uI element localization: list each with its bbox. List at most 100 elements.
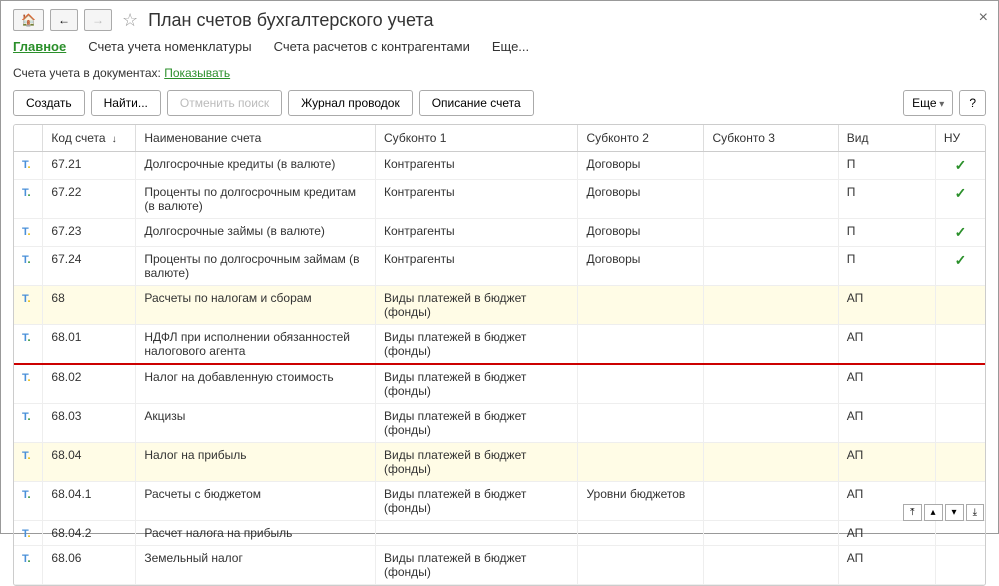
col-subkonto1[interactable]: Субконто 1 xyxy=(376,125,578,152)
cell-code: 68.04.1 xyxy=(43,482,136,521)
cell-code: 67.24 xyxy=(43,247,136,286)
account-icon: Т. xyxy=(22,254,31,266)
page-title: План счетов бухгалтерского учета xyxy=(148,10,433,31)
cell-sk2: Договоры xyxy=(578,247,704,286)
forward-button[interactable]: → xyxy=(84,9,112,31)
tab-main[interactable]: Главное xyxy=(13,39,66,54)
col-name[interactable]: Наименование счета xyxy=(136,125,376,152)
cell-sk2: Договоры xyxy=(578,152,704,180)
cell-sk1: Виды платежей в бюджет (фонды) xyxy=(376,546,578,585)
cell-nu xyxy=(935,325,985,365)
show-link[interactable]: Показывать xyxy=(164,66,230,80)
cell-vid: АП xyxy=(838,286,935,325)
create-button[interactable]: Создать xyxy=(13,90,85,116)
col-icon[interactable] xyxy=(14,125,43,152)
nav-last-button[interactable]: ⤓ xyxy=(966,504,984,521)
account-icon: Т. xyxy=(22,489,31,501)
table-row[interactable]: Т.68.02Налог на добавленную стоимостьВид… xyxy=(14,364,985,404)
account-icon: Т. xyxy=(22,372,31,384)
cell-sk2 xyxy=(578,443,704,482)
cell-code: 68.04 xyxy=(43,443,136,482)
cell-name: Налог на добавленную стоимость xyxy=(136,364,376,404)
table-row[interactable]: Т.68.03АкцизыВиды платежей в бюджет (фон… xyxy=(14,404,985,443)
cell-sk3 xyxy=(704,546,838,585)
cell-sk3 xyxy=(704,404,838,443)
cell-vid: АП xyxy=(838,521,935,546)
col-code[interactable]: Код счета↓ xyxy=(43,125,136,152)
cell-sk2 xyxy=(578,364,704,404)
nav-next-button[interactable]: ▾ xyxy=(945,504,964,521)
account-icon: Т. xyxy=(22,293,31,305)
cell-vid: АП xyxy=(838,364,935,404)
check-icon: ✓ xyxy=(955,252,967,268)
cell-nu xyxy=(935,364,985,404)
tabs: Главное Счета учета номенклатуры Счета р… xyxy=(13,39,986,54)
cell-sk3 xyxy=(704,219,838,247)
cell-code: 68 xyxy=(43,286,136,325)
cell-sk2 xyxy=(578,404,704,443)
nav-first-button[interactable]: ⤒ xyxy=(903,504,921,521)
cell-name: Долгосрочные кредиты (в валюте) xyxy=(136,152,376,180)
cell-nu xyxy=(935,404,985,443)
cell-sk1: Виды платежей в бюджет (фонды) xyxy=(376,482,578,521)
more-button[interactable]: Еще xyxy=(903,90,953,116)
nav-buttons: ⤒ ▴ ▾ ⤓ xyxy=(903,504,984,521)
close-icon[interactable]: × xyxy=(979,9,988,27)
table-row[interactable]: Т.68Расчеты по налогам и сборамВиды плат… xyxy=(14,286,985,325)
cancel-search-button[interactable]: Отменить поиск xyxy=(167,90,282,116)
cell-sk2: Договоры xyxy=(578,180,704,219)
cell-nu: ✓ xyxy=(935,247,985,286)
cell-sk1: Виды платежей в бюджет (фонды) xyxy=(376,404,578,443)
cell-name: Налог на прибыль xyxy=(136,443,376,482)
star-icon[interactable]: ☆ xyxy=(122,10,138,31)
journal-button[interactable]: Журнал проводок xyxy=(288,90,413,116)
cell-code: 68.03 xyxy=(43,404,136,443)
col-subkonto3[interactable]: Субконто 3 xyxy=(704,125,838,152)
cell-sk2: Договоры xyxy=(578,219,704,247)
nav-prev-button[interactable]: ▴ xyxy=(924,504,943,521)
cell-sk2 xyxy=(578,325,704,365)
cell-name: Проценты по долгосрочным кредитам (в вал… xyxy=(136,180,376,219)
tab-contragents[interactable]: Счета расчетов с контрагентами xyxy=(274,39,470,54)
cell-vid: П xyxy=(838,219,935,247)
account-icon: Т. xyxy=(22,450,31,462)
cell-sk1: Контрагенты xyxy=(376,219,578,247)
cell-sk3 xyxy=(704,364,838,404)
table-row[interactable]: Т.68.04.2Расчет налога на прибыльАП xyxy=(14,521,985,546)
check-icon: ✓ xyxy=(955,185,967,201)
tab-more[interactable]: Еще... xyxy=(492,39,529,54)
cell-sk1: Виды платежей в бюджет (фонды) xyxy=(376,286,578,325)
cell-code: 67.21 xyxy=(43,152,136,180)
table-row[interactable]: Т.67.22Проценты по долгосрочным кредитам… xyxy=(14,180,985,219)
account-icon: Т. xyxy=(22,187,31,199)
doc-accounts-setting: Счета учета в документах: Показывать xyxy=(13,66,986,80)
table-row[interactable]: Т.67.21Долгосрочные кредиты (в валюте)Ко… xyxy=(14,152,985,180)
col-nu[interactable]: НУ xyxy=(935,125,985,152)
cell-sk3 xyxy=(704,247,838,286)
col-vid[interactable]: Вид xyxy=(838,125,935,152)
cell-sk1: Виды платежей в бюджет (фонды) xyxy=(376,443,578,482)
back-button[interactable]: ← xyxy=(50,9,78,31)
account-icon: Т. xyxy=(22,332,31,344)
table-row[interactable]: Т.67.23Долгосрочные займы (в валюте)Конт… xyxy=(14,219,985,247)
description-button[interactable]: Описание счета xyxy=(419,90,534,116)
help-button[interactable]: ? xyxy=(959,90,986,116)
tab-nomen[interactable]: Счета учета номенклатуры xyxy=(88,39,251,54)
table-row[interactable]: Т.68.06Земельный налогВиды платежей в бю… xyxy=(14,546,985,585)
accounts-table: Код счета↓ Наименование счета Субконто 1… xyxy=(13,124,986,586)
cell-sk2 xyxy=(578,521,704,546)
table-row[interactable]: Т.68.01НДФЛ при исполнении обязанностей … xyxy=(14,325,985,365)
table-row[interactable]: Т.67.24Проценты по долгосрочным займам (… xyxy=(14,247,985,286)
account-icon: Т. xyxy=(22,553,31,565)
cell-nu xyxy=(935,521,985,546)
cell-vid: АП xyxy=(838,325,935,365)
col-subkonto2[interactable]: Субконто 2 xyxy=(578,125,704,152)
top-bar: 🏠 ← → ☆ План счетов бухгалтерского учета xyxy=(13,9,986,31)
cell-name: Расчет налога на прибыль xyxy=(136,521,376,546)
cell-sk2 xyxy=(578,546,704,585)
cell-name: Земельный налог xyxy=(136,546,376,585)
home-button[interactable]: 🏠 xyxy=(13,9,44,31)
table-row[interactable]: Т. 68.04Налог на прибыльВиды платежей в б… xyxy=(14,443,985,482)
find-button[interactable]: Найти xyxy=(91,90,161,116)
table-row[interactable]: Т.68.04.1Расчеты с бюджетомВиды платежей… xyxy=(14,482,985,521)
